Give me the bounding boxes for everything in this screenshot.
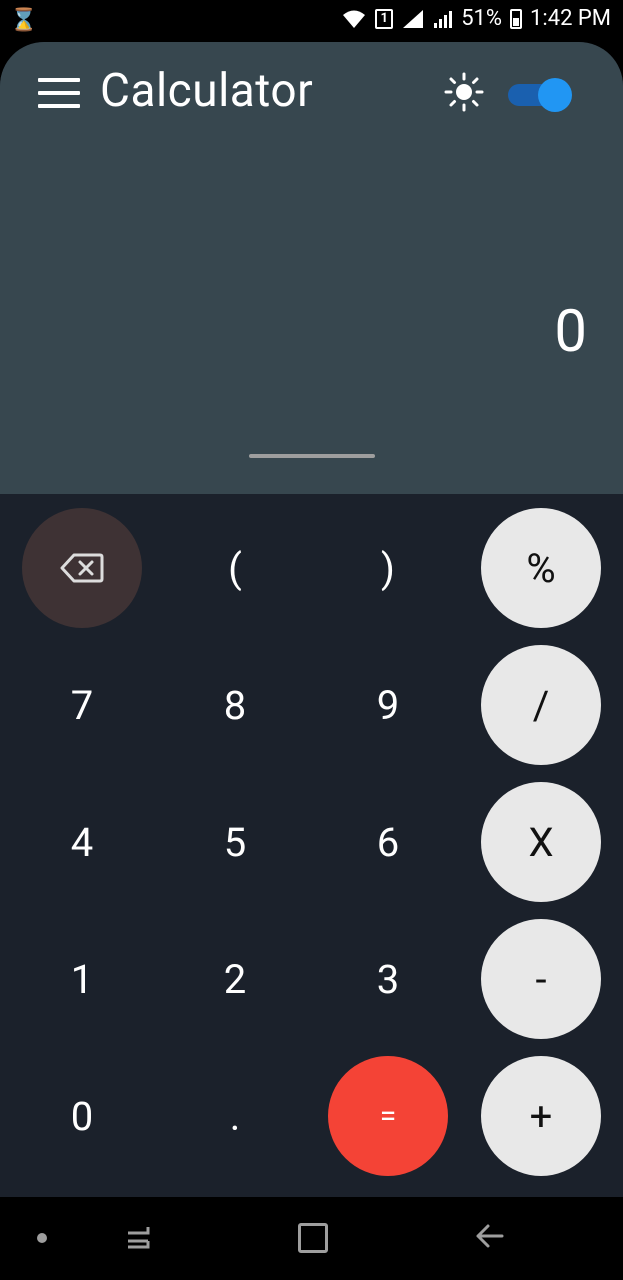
one-button[interactable]: 1 (22, 919, 142, 1039)
plus-button[interactable]: + (481, 1056, 601, 1176)
result-display: 0 (554, 298, 587, 366)
signal-icon (401, 8, 425, 30)
status-icons: 1 51% 1:42 PM (341, 6, 611, 31)
two-button[interactable]: 2 (175, 919, 295, 1039)
minus-button[interactable]: - (481, 919, 601, 1039)
open-paren-button[interactable]: ( (175, 508, 295, 628)
display-area: Calculator 0 (0, 42, 623, 494)
five-button[interactable]: 5 (175, 782, 295, 902)
hourglass-icon: ⌛ (10, 8, 38, 33)
recents-icon[interactable] (124, 1223, 154, 1253)
battery-icon (510, 8, 523, 29)
eight-button[interactable]: 8 (175, 645, 295, 765)
keypad: ( ) % 7 8 9 / 4 5 6 X 1 2 3 - 0 . = + (0, 494, 623, 1197)
percent-button[interactable]: % (481, 508, 601, 628)
app-title: Calculator (100, 64, 314, 118)
six-button[interactable]: 6 (328, 782, 448, 902)
equals-button[interactable]: = (328, 1056, 448, 1176)
calculator-app: Calculator 0 () % 7 8 9 / 4 5 6 X 1 2 3… (0, 42, 623, 1197)
close-paren-button[interactable]: ) (328, 508, 448, 628)
four-button[interactable]: 4 (22, 782, 142, 902)
status-bar: ⌛ 1 51% 1:42 PM (0, 0, 623, 42)
backspace-icon (60, 553, 104, 583)
toolbar: Calculator (0, 42, 623, 142)
clock: 1:42 PM (530, 6, 611, 31)
drag-handle[interactable] (249, 454, 375, 458)
multiply-button[interactable]: X (481, 782, 601, 902)
wifi-icon (341, 8, 367, 30)
system-nav-bar (0, 1197, 623, 1280)
nine-button[interactable]: 9 (328, 645, 448, 765)
signal-icon-2 (433, 8, 453, 30)
decimal-button[interactable]: . (175, 1056, 295, 1176)
nav-dot-icon[interactable] (37, 1233, 47, 1243)
backspace-button[interactable] (22, 508, 142, 628)
three-button[interactable]: 3 (328, 919, 448, 1039)
back-icon[interactable] (472, 1221, 506, 1251)
seven-button[interactable]: 7 (22, 645, 142, 765)
divide-button[interactable]: / (481, 645, 601, 765)
home-icon[interactable] (298, 1223, 328, 1253)
battery-percent: 51% (461, 6, 503, 31)
toggle-thumb (538, 78, 572, 112)
theme-toggle[interactable] (508, 78, 572, 112)
zero-button[interactable]: 0 (22, 1056, 142, 1176)
sim-badge: 1 (375, 8, 394, 29)
hamburger-menu-icon[interactable] (38, 78, 80, 108)
sun-icon (444, 72, 484, 112)
